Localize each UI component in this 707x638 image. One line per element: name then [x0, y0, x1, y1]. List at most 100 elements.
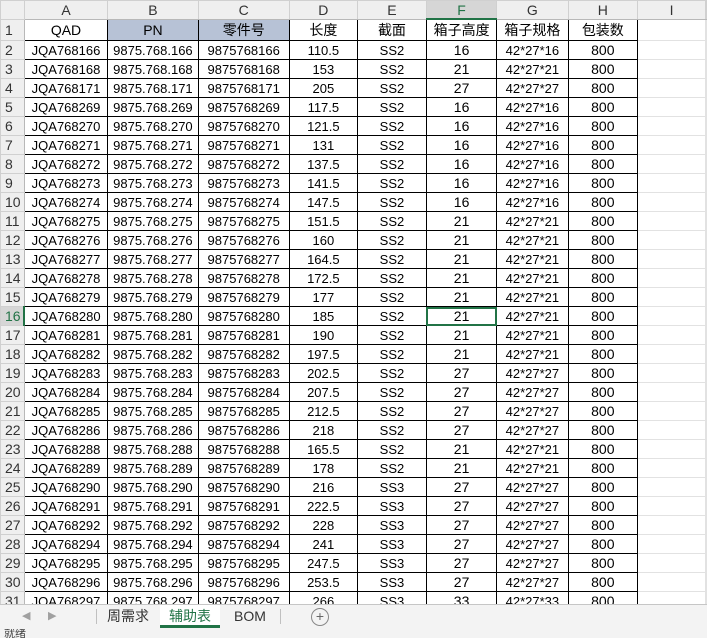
cell[interactable]: 9875768292: [197, 515, 290, 535]
cell[interactable]: 253.5: [288, 572, 358, 592]
cell[interactable]: 800: [567, 306, 639, 326]
cell[interactable]: 800: [567, 325, 639, 345]
cell[interactable]: 42*27*16: [496, 40, 569, 60]
cell[interactable]: 800: [567, 59, 639, 79]
cell[interactable]: SS3: [356, 591, 427, 604]
cell[interactable]: SS2: [356, 97, 427, 117]
cell[interactable]: [637, 591, 706, 604]
cell[interactable]: 42*27*27: [496, 515, 569, 535]
cell[interactable]: [637, 18, 706, 41]
cell[interactable]: 9875768166: [197, 40, 290, 60]
cell[interactable]: SS3: [356, 515, 427, 535]
row-header[interactable]: 6: [0, 116, 25, 136]
cell[interactable]: [705, 18, 707, 41]
cell[interactable]: 9875.768.283: [107, 363, 199, 383]
cell[interactable]: SS2: [356, 325, 427, 345]
row-header[interactable]: 21: [0, 401, 25, 421]
cell[interactable]: 42*27*27: [496, 363, 569, 383]
cell[interactable]: 21: [425, 344, 498, 364]
cell[interactable]: 177: [288, 287, 358, 307]
cell[interactable]: 800: [567, 344, 639, 364]
cell[interactable]: [637, 211, 706, 231]
cell[interactable]: 9875.768.291: [107, 496, 199, 516]
cell[interactable]: 9875768291: [197, 496, 290, 516]
cell[interactable]: 42*27*27: [496, 496, 569, 516]
cell[interactable]: 9875768294: [197, 534, 290, 554]
cell[interactable]: SS3: [356, 572, 427, 592]
cell[interactable]: [705, 591, 707, 604]
row-header[interactable]: 16: [0, 306, 26, 326]
cell[interactable]: JQA768166: [23, 40, 109, 60]
cell[interactable]: 9875768271: [197, 135, 290, 155]
cell[interactable]: SS2: [356, 287, 427, 307]
cell[interactable]: 9875.768.168: [107, 59, 199, 79]
row-header[interactable]: 7: [0, 135, 25, 155]
cell[interactable]: 21: [425, 268, 498, 288]
cell[interactable]: 800: [567, 591, 639, 604]
cell[interactable]: 218: [288, 420, 358, 440]
cell[interactable]: 9875768286: [197, 420, 290, 440]
cell[interactable]: 42*27*27: [496, 534, 569, 554]
cell[interactable]: 121.5: [288, 116, 358, 136]
cell[interactable]: 800: [567, 40, 639, 60]
cell[interactable]: [705, 40, 707, 60]
spreadsheet-table[interactable]: ABCDEFGHI 1 QAD PN 零件号 长度 截面 箱子高度 箱子规格 包装数 2 JQA76…: [0, 0, 707, 604]
cell[interactable]: SS2: [356, 173, 427, 193]
cell[interactable]: SS2: [356, 154, 427, 174]
row-header[interactable]: 23: [0, 439, 25, 459]
cell[interactable]: 800: [567, 192, 639, 212]
row-header[interactable]: 3: [0, 59, 25, 79]
cell[interactable]: 21: [425, 306, 498, 326]
cell[interactable]: [705, 420, 707, 440]
cell[interactable]: 9875768274: [197, 192, 290, 212]
cell[interactable]: 110.5: [288, 40, 358, 60]
cell[interactable]: 21: [425, 211, 498, 231]
cell[interactable]: [637, 40, 706, 60]
cell[interactable]: SS2: [356, 306, 427, 326]
cell[interactable]: 9875768288: [197, 439, 290, 459]
cell[interactable]: 42*27*27: [496, 382, 569, 402]
cell[interactable]: 27: [425, 420, 498, 440]
cell[interactable]: JQA768272: [23, 154, 109, 174]
cell[interactable]: SS2: [356, 192, 427, 212]
cell[interactable]: 42*27*21: [496, 287, 569, 307]
cell[interactable]: 9875.768.166: [107, 40, 199, 60]
cell[interactable]: JQA768291: [23, 496, 109, 516]
cell[interactable]: 9875768276: [197, 230, 290, 250]
cell[interactable]: 42*27*16: [496, 173, 569, 193]
row-header[interactable]: 31: [0, 591, 25, 604]
cell[interactable]: JQA768278: [23, 268, 109, 288]
cell[interactable]: 800: [567, 363, 639, 383]
cell[interactable]: 9875.768.277: [107, 249, 199, 269]
row-header[interactable]: 13: [0, 249, 25, 269]
row-header[interactable]: 12: [0, 230, 25, 250]
cell[interactable]: [705, 496, 707, 516]
worksheet-grid[interactable]: ABCDEFGHI 1 QAD PN 零件号 长度 截面 箱子高度 箱子规格 包装数 2 JQA76…: [0, 0, 707, 604]
cell[interactable]: SS2: [356, 401, 427, 421]
header-cell[interactable]: 箱子高度: [425, 18, 498, 41]
cell[interactable]: 9875.768.284: [107, 382, 199, 402]
cell[interactable]: SS2: [356, 382, 427, 402]
cell[interactable]: 42*27*21: [496, 268, 569, 288]
cell[interactable]: 9875.768.297: [107, 591, 199, 604]
cell[interactable]: [637, 572, 706, 592]
cell[interactable]: 16: [425, 135, 498, 155]
cell[interactable]: 178: [288, 458, 358, 478]
cell[interactable]: 160: [288, 230, 358, 250]
cell[interactable]: 800: [567, 572, 639, 592]
cell[interactable]: 42*27*16: [496, 116, 569, 136]
cell[interactable]: 9875768278: [197, 268, 290, 288]
header-cell[interactable]: PN: [107, 18, 199, 41]
cell[interactable]: 42*27*21: [496, 325, 569, 345]
cell[interactable]: 9875.768.274: [107, 192, 199, 212]
cell[interactable]: [705, 192, 707, 212]
cell[interactable]: 27: [425, 553, 498, 573]
cell[interactable]: 216: [288, 477, 358, 497]
cell[interactable]: 131: [288, 135, 358, 155]
cell[interactable]: [705, 534, 707, 554]
cell[interactable]: 800: [567, 439, 639, 459]
cell[interactable]: 800: [567, 116, 639, 136]
cell[interactable]: [637, 458, 706, 478]
cell[interactable]: 9875.768.288: [107, 439, 199, 459]
cell[interactable]: 172.5: [288, 268, 358, 288]
